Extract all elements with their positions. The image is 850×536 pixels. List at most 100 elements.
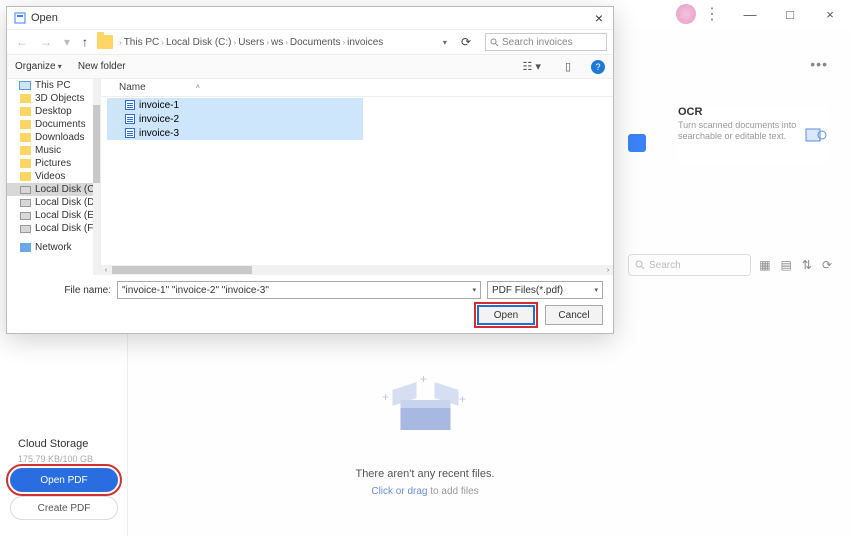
folder-icon — [19, 159, 31, 169]
tree-item[interactable]: Documents — [7, 118, 100, 131]
maximize-button[interactable]: □ — [770, 0, 810, 28]
feature-icon[interactable] — [628, 134, 646, 152]
file-icon — [125, 128, 135, 138]
tree-item[interactable]: Pictures — [7, 157, 100, 170]
column-name[interactable]: Name — [119, 82, 146, 93]
file-list: Name ˄ invoice-1 invoice-2 invoice-3 ‹ › — [101, 79, 613, 275]
dialog-close-button[interactable]: × — [591, 10, 607, 26]
file-icon — [125, 114, 135, 124]
background-search-input[interactable]: Search — [628, 254, 751, 276]
search-icon — [490, 38, 499, 47]
dialog-search-input[interactable]: Search invoices — [485, 33, 607, 51]
tree-item[interactable]: Network — [7, 241, 100, 254]
tree-item[interactable]: Music — [7, 144, 100, 157]
create-pdf-button[interactable]: Create PDF — [10, 496, 118, 520]
app-titlebar: ⋮ — □ × — [620, 0, 850, 28]
tree-item[interactable]: 3D Objects — [7, 92, 100, 105]
file-name: invoice-3 — [139, 128, 179, 139]
tree-item-label: Desktop — [35, 106, 72, 117]
tree-item[interactable]: Local Disk (D:) — [7, 196, 100, 209]
avatar[interactable] — [676, 4, 696, 24]
drive-icon — [19, 224, 31, 234]
empty-box-illustration: + + + — [390, 380, 460, 430]
nav-up-icon[interactable]: ↑ — [79, 35, 91, 49]
tree-item-label: Local Disk (F:) — [35, 223, 99, 234]
close-app-button[interactable]: × — [810, 0, 850, 28]
dialog-footer: File name: "invoice-1" "invoice-2" "invo… — [7, 275, 613, 333]
tree-item-label: Local Disk (D:) — [35, 197, 101, 208]
ocr-description: Turn scanned documents into searchable o… — [678, 120, 804, 142]
file-open-dialog: Open × ← → ▾ ↑ ›This PC ›Local Disk (C:)… — [6, 6, 614, 334]
breadcrumb[interactable]: ›This PC ›Local Disk (C:) ›Users ›ws ›Do… — [119, 37, 455, 48]
empty-subtitle[interactable]: Click or drag to add files — [355, 486, 494, 497]
tree-item[interactable]: This PC — [7, 79, 100, 92]
dialog-title: Open — [31, 12, 58, 24]
tree-item[interactable]: Local Disk (E:) — [7, 209, 100, 222]
dialog-toolbar: Organize New folder ☷ ▾ ▯ ? — [7, 55, 613, 79]
minimize-button[interactable]: — — [730, 0, 770, 28]
filename-label: File name: — [17, 285, 111, 296]
file-row[interactable]: invoice-2 — [107, 112, 363, 126]
list-view-icon[interactable]: ▦ — [759, 258, 770, 272]
nav-back-icon[interactable]: ← — [13, 35, 31, 49]
organize-menu[interactable]: Organize — [15, 61, 62, 72]
dialog-titlebar: Open × — [7, 7, 613, 29]
refresh-bg-icon[interactable]: ⟳ — [822, 258, 832, 272]
filename-input[interactable]: "invoice-1" "invoice-2" "invoice-3" — [117, 281, 481, 299]
search-row: Search ▦ ▤ ⇅ ⟳ — [628, 254, 832, 276]
refresh-icon[interactable]: ⟳ — [461, 35, 471, 49]
preview-pane-icon[interactable]: ▯ — [561, 60, 575, 73]
cloud-title: Cloud Storage — [18, 438, 93, 450]
tree-item[interactable]: Local Disk (C:) — [7, 183, 100, 196]
kebab-menu-icon[interactable]: ⋮ — [704, 4, 720, 24]
empty-state: + + + There aren't any recent files. Cli… — [355, 380, 494, 497]
help-icon[interactable]: ? — [591, 60, 605, 74]
tree-item-label: Local Disk (C:) — [35, 184, 101, 195]
filetype-select[interactable]: PDF Files(*.pdf) — [487, 281, 603, 299]
open-pdf-button[interactable]: Open PDF — [10, 468, 118, 492]
grid-view-icon[interactable]: ▤ — [781, 258, 792, 272]
ocr-card[interactable]: OCR Turn scanned documents into searchab… — [678, 106, 828, 164]
tree-item-label: Music — [35, 145, 61, 156]
sort-icon[interactable]: ⇅ — [802, 258, 812, 272]
folder-icon — [97, 35, 113, 49]
new-folder-button[interactable]: New folder — [78, 61, 126, 72]
scroll-thumb[interactable] — [112, 266, 252, 274]
file-name: invoice-2 — [139, 114, 179, 125]
cloud-usage: 175.79 KB/100 GB — [18, 454, 93, 464]
nav-forward-icon[interactable]: → — [37, 35, 55, 49]
tree-item[interactable]: Desktop — [7, 105, 100, 118]
tree-item[interactable]: Local Disk (F:) — [7, 222, 100, 235]
tree-item-label: Local Disk (E:) — [35, 210, 100, 221]
folder-icon — [19, 146, 31, 156]
folder-tree[interactable]: This PC3D ObjectsDesktop DocumentsDownloa… — [7, 79, 101, 275]
view-icons: ▦ ▤ ⇅ ⟳ — [759, 258, 832, 272]
file-row[interactable]: invoice-3 — [107, 126, 363, 140]
dialog-app-icon — [13, 11, 27, 25]
folder-icon — [19, 107, 31, 117]
more-dots-icon[interactable]: ••• — [810, 56, 828, 72]
nav-dropdown-icon[interactable]: ▾ — [61, 35, 73, 49]
folder-icon — [19, 120, 31, 130]
folder-icon — [19, 94, 31, 104]
open-button[interactable]: Open — [477, 305, 535, 325]
file-list-header[interactable]: Name ˄ — [101, 79, 613, 97]
net-icon — [19, 243, 31, 253]
scroll-right-icon[interactable]: › — [603, 265, 613, 275]
dialog-search-placeholder: Search invoices — [502, 37, 573, 48]
view-mode-icon[interactable]: ☷ ▾ — [518, 60, 544, 73]
file-rows[interactable]: invoice-1 invoice-2 invoice-3 — [101, 97, 613, 265]
drive-icon — [19, 211, 31, 221]
file-icon — [125, 100, 135, 110]
file-row[interactable]: invoice-1 — [107, 98, 363, 112]
tree-item-label: Documents — [35, 119, 86, 130]
tree-item[interactable]: Downloads — [7, 131, 100, 144]
cancel-button[interactable]: Cancel — [545, 305, 603, 325]
scroll-left-icon[interactable]: ‹ — [101, 265, 111, 275]
tree-item[interactable]: Videos — [7, 170, 100, 183]
tree-scroll-thumb[interactable] — [93, 105, 100, 183]
horizontal-scrollbar[interactable]: ‹ › — [101, 265, 613, 275]
ocr-title: OCR — [678, 106, 804, 118]
sort-arrow-icon: ˄ — [196, 84, 200, 91]
tree-item-label: Videos — [35, 171, 65, 182]
